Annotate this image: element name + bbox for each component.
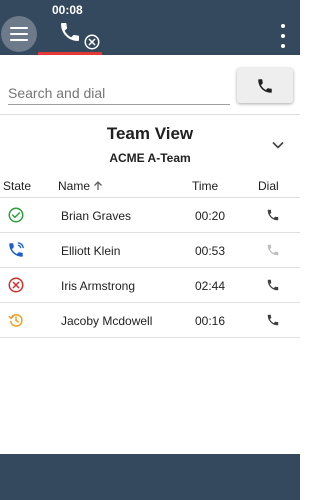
row-name: Iris Armstrong: [61, 279, 136, 293]
column-header-dial: Dial: [258, 179, 279, 193]
menu-icon-line: [10, 27, 28, 29]
search-input[interactable]: [8, 81, 230, 105]
column-header-name[interactable]: Name: [58, 179, 104, 193]
table-row[interactable]: Iris Armstrong 02:44: [0, 268, 300, 303]
menu-button[interactable]: [1, 16, 37, 52]
bottom-bar: [0, 454, 300, 500]
close-circle-icon[interactable]: [83, 33, 101, 51]
row-time: 00:53: [195, 244, 226, 258]
row-time: 02:44: [195, 279, 226, 293]
row-name: Brian Graves: [61, 209, 132, 223]
search-row: [0, 55, 300, 115]
team-table: State Name Time Dial Brian Graves 00:20 …: [0, 176, 300, 338]
x-circle-icon: [8, 277, 24, 293]
phone-icon[interactable]: [58, 20, 82, 44]
phone-icon-disabled: [267, 244, 279, 256]
column-header-name-label: Name: [58, 179, 91, 193]
row-name: Jacoby Mcdowell: [61, 314, 153, 328]
phone-icon[interactable]: [266, 278, 280, 292]
history-icon: [8, 314, 23, 327]
table-row[interactable]: Elliott Klein 00:53: [0, 233, 300, 268]
column-header-state[interactable]: State: [3, 179, 31, 193]
phone-icon[interactable]: [266, 313, 280, 327]
phone-icon: [258, 78, 272, 93]
check-circle-icon: [8, 207, 24, 223]
phone-icon[interactable]: [266, 208, 280, 222]
table-row[interactable]: Jacoby Mcdowell 00:16: [0, 303, 300, 338]
dial-button[interactable]: [237, 68, 293, 103]
row-time: 00:16: [195, 314, 226, 328]
more-vert-icon[interactable]: [276, 24, 290, 48]
team-name: ACME A-Team: [109, 151, 191, 165]
row-time: 00:20: [195, 209, 226, 223]
table-header: State Name Time Dial: [0, 176, 300, 198]
chevron-down-icon[interactable]: [270, 137, 286, 153]
phone-in-talk-icon: [9, 242, 24, 257]
table-row[interactable]: Brian Graves 00:20: [0, 198, 300, 233]
call-timer: 00:08: [52, 3, 83, 17]
top-bar: 00:08: [0, 0, 300, 55]
menu-icon-line: [10, 33, 28, 35]
menu-icon-line: [10, 39, 28, 41]
team-view-title: Team View: [106, 124, 194, 143]
row-name: Elliott Klein: [61, 244, 121, 258]
sort-arrow-up-icon: [94, 181, 102, 190]
column-header-time[interactable]: Time: [192, 179, 218, 193]
